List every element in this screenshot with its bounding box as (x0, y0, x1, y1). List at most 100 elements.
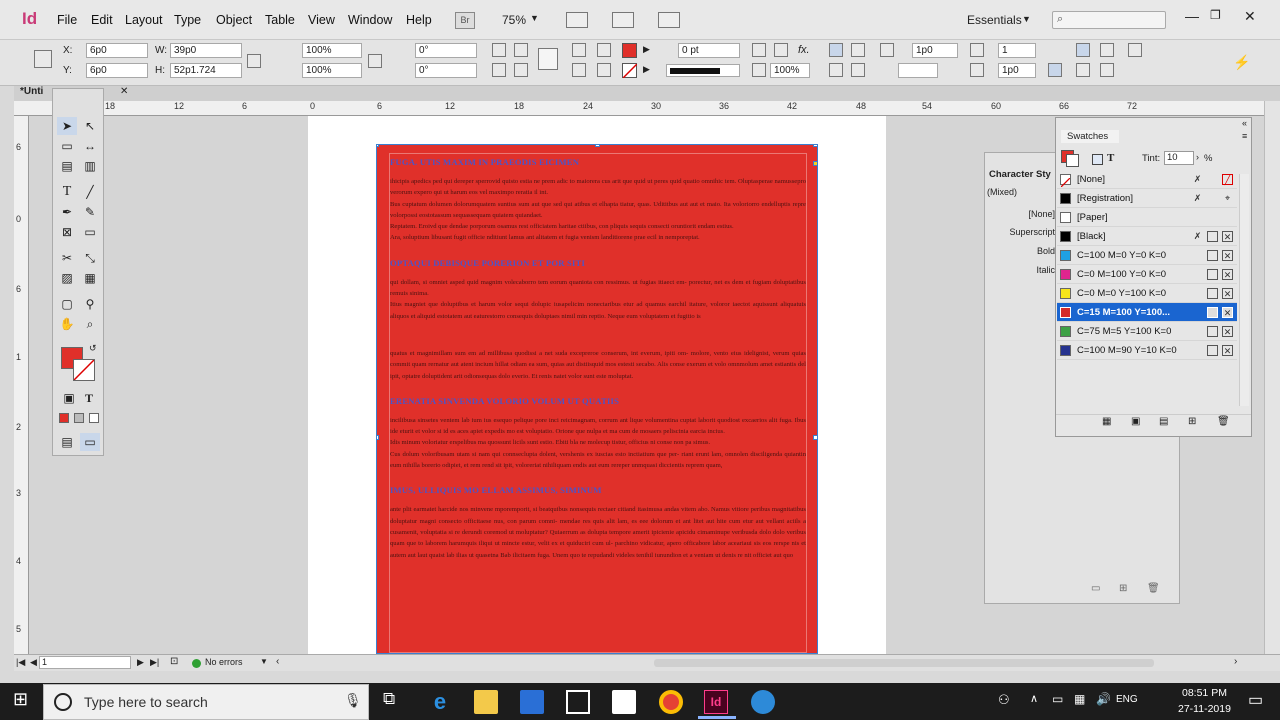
menu-view[interactable]: View (308, 13, 335, 27)
align-bottom-icon[interactable] (1100, 63, 1114, 77)
file-explorer-icon[interactable] (474, 690, 498, 714)
content-placer-icon[interactable]: ▥ (80, 157, 100, 175)
shear-field[interactable]: 0° (415, 63, 477, 78)
chevron-left-icon[interactable]: ‹ (276, 656, 279, 667)
store-icon[interactable] (520, 690, 544, 714)
taskbar-search-box[interactable]: Type here to search 🎙 (43, 684, 369, 720)
text-frame-options-icon[interactable] (880, 43, 894, 57)
inset-field[interactable]: 1p0 (912, 43, 958, 58)
flip-vertical-icon[interactable] (514, 63, 528, 77)
selection-handle[interactable] (377, 145, 379, 147)
preflight-status[interactable]: No errors (205, 657, 243, 667)
volume-icon[interactable]: 🔊 (1096, 692, 1111, 706)
microphone-icon[interactable]: 🎙 (344, 692, 362, 709)
chevron-up-icon[interactable]: ∧ (1030, 692, 1038, 705)
battery-icon[interactable]: ▭ (1052, 692, 1063, 706)
style-none[interactable]: [None] (987, 205, 1059, 224)
edge-icon[interactable]: e (428, 690, 452, 714)
text-frame-out-port[interactable] (813, 161, 817, 166)
gutter-icon[interactable] (970, 63, 984, 77)
style-italic[interactable]: Italic (987, 261, 1059, 280)
chevron-down-icon[interactable]: ▼ (1022, 14, 1031, 24)
show-gradient-swatches-icon[interactable]: ▤ (1159, 416, 1168, 427)
teamviewer-icon[interactable] (751, 690, 775, 714)
scale-y-field[interactable]: 100% (302, 63, 362, 78)
bridge-button[interactable]: Br (455, 12, 475, 29)
menu-window[interactable]: Window (348, 13, 392, 27)
align-top-icon[interactable] (1076, 43, 1090, 57)
screen-mode-icon[interactable] (612, 12, 634, 28)
first-page-icon[interactable]: |◀ (16, 657, 25, 668)
trash-icon[interactable]: 🗑 (1147, 583, 1160, 594)
swatch-row[interactable]: C=75 M=5 Y=100 K=0 ✕ (1057, 322, 1237, 341)
free-transform-tool-icon[interactable]: ⤡ (80, 249, 100, 267)
lightning-icon[interactable]: ⚡ (1233, 54, 1250, 71)
rectangle-frame-tool-icon[interactable]: ⊠ (57, 223, 77, 241)
chevron-down-icon[interactable]: ▼ (530, 13, 539, 23)
network-icon[interactable]: ▦ (1074, 692, 1085, 706)
minimize-button[interactable]: — (1185, 8, 1199, 24)
new-group-icon[interactable]: ▭ (1091, 583, 1100, 594)
scissors-tool-icon[interactable]: ✂ (57, 249, 77, 267)
zoom-tool-icon[interactable]: ⌕ (80, 315, 100, 333)
flip-horizontal-icon[interactable] (492, 63, 506, 77)
selection-handle[interactable] (377, 435, 379, 440)
preview-mode-icon[interactable]: ▭ (80, 433, 100, 451)
note-tool-icon[interactable]: ▢ (57, 295, 77, 313)
chevron-right-icon[interactable]: ▶ (643, 44, 650, 55)
task-view-icon[interactable]: ⧉ (383, 689, 395, 709)
corner-shape-select[interactable] (898, 63, 938, 78)
swatch-row[interactable]: C=0 M=0 Y=100 K=0 ✕ (1057, 284, 1237, 303)
direct-selection-tool-icon[interactable]: ↖ (80, 117, 100, 135)
menu-edit[interactable]: Edit (91, 13, 113, 27)
select-content-icon[interactable] (572, 63, 586, 77)
panel-title[interactable]: Character Sty (989, 169, 1051, 180)
selected-text-frame[interactable]: FUGA. UTIS MAXIM IN PRAEODIS EICIMEN ihi… (376, 144, 818, 654)
gap-tool-icon[interactable]: ↔ (80, 137, 100, 155)
fit-frame-icon[interactable] (752, 43, 766, 57)
selection-handle[interactable] (813, 435, 817, 440)
fill-color-swatch[interactable] (622, 43, 637, 58)
new-swatch-icon[interactable]: ⊞ (1188, 416, 1196, 427)
show-all-swatches-icon[interactable]: ▦ (1102, 416, 1111, 427)
swatch-row[interactable]: [Paper] (1057, 208, 1237, 227)
rotate-ccw-icon[interactable] (514, 43, 528, 57)
chrome-icon[interactable] (659, 690, 683, 714)
tint-field[interactable]: 10 (1164, 151, 1194, 165)
close-tab-icon[interactable]: ✕ (120, 86, 128, 97)
trash-icon[interactable]: 🗑 (1217, 416, 1230, 427)
page-tool-icon[interactable]: ▭ (57, 137, 77, 155)
collapse-icon[interactable]: « (1242, 118, 1247, 128)
windows-start-icon[interactable]: ⊞ (13, 689, 28, 710)
text-wrap-bbox-icon[interactable] (851, 43, 865, 57)
align-justify-icon[interactable] (1076, 63, 1090, 77)
stroke-color-swatch[interactable] (622, 63, 638, 79)
action-center-icon[interactable]: ▭ (1248, 690, 1263, 710)
fit-content-icon[interactable] (774, 43, 788, 57)
height-field[interactable]: 52p1.724 (170, 63, 242, 78)
chevron-right-icon[interactable]: › (1234, 656, 1237, 667)
gutter-field[interactable]: 1p0 (998, 63, 1036, 78)
y-field[interactable]: 6p0 (86, 63, 148, 78)
menu-table[interactable]: Table (265, 13, 295, 27)
stroke-swatch[interactable] (1066, 154, 1079, 167)
horizontal-ruler[interactable]: 18 12 6 0 6 12 18 24 30 36 42 48 54 60 6… (14, 101, 1264, 116)
swatch-row[interactable]: C=100 M=0 Y=0 K=0 ✕ (1057, 246, 1237, 265)
formatting-text-icon[interactable]: T (1107, 152, 1114, 164)
formatting-container-icon[interactable]: ▣ (59, 389, 79, 407)
text-wrap-shape-icon[interactable] (829, 63, 843, 77)
swap-fill-stroke-icon[interactable]: ↺ (89, 343, 97, 354)
rotation-field[interactable]: 0° (415, 43, 477, 58)
chevron-right-icon[interactable]: › (1196, 152, 1199, 162)
auto-fit-icon[interactable] (1128, 43, 1142, 57)
select-container-icon[interactable] (572, 43, 586, 57)
eyedropper-tool-icon[interactable]: ⚲ (80, 295, 100, 313)
zoom-level[interactable]: 75% (502, 13, 526, 27)
formatting-container-icon[interactable] (1092, 154, 1103, 165)
select-prev-icon[interactable] (597, 43, 611, 57)
rotate-cw-icon[interactable] (492, 43, 506, 57)
columns-field[interactable]: 1 (998, 43, 1036, 58)
swatch-row[interactable]: C=100 M=90 Y=10 K=0 ✕ (1057, 341, 1237, 360)
fx-icon[interactable]: fx. (798, 44, 810, 56)
menu-file[interactable]: File (57, 13, 77, 27)
